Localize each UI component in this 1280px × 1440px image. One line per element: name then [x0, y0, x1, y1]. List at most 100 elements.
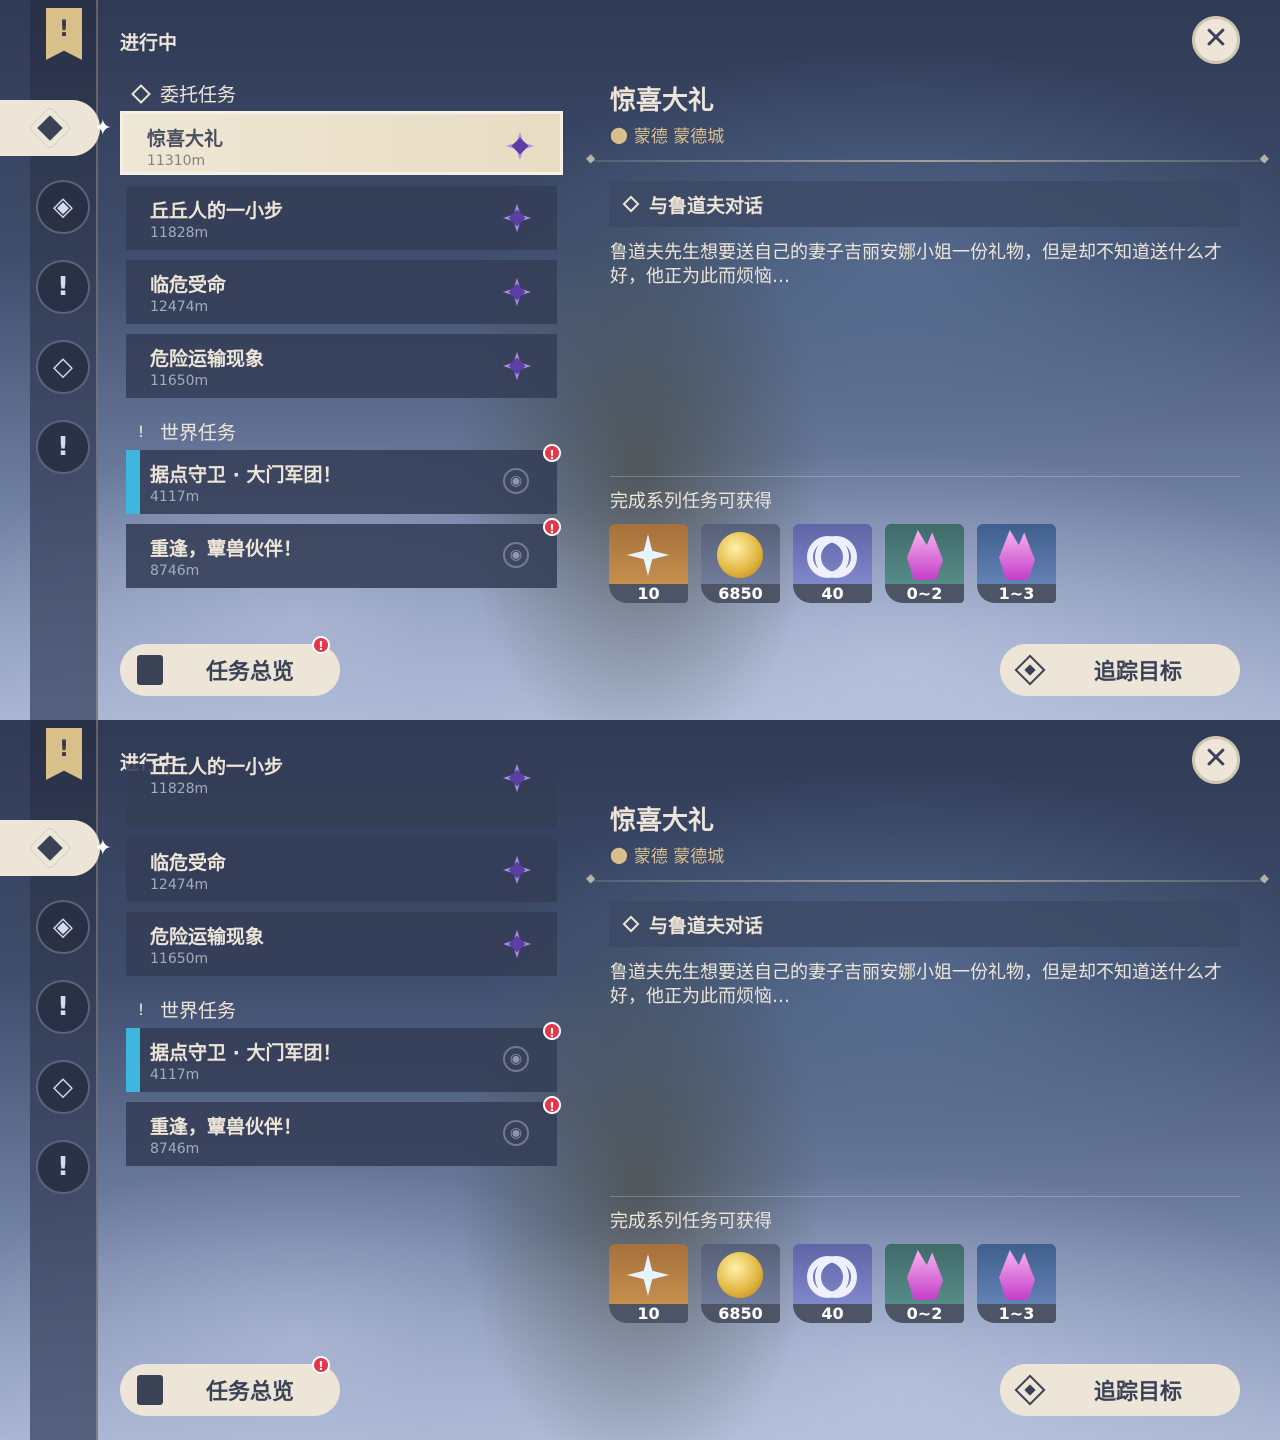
objective-diamond-icon [622, 195, 640, 213]
quest-overview-button[interactable]: 任务总览 ! [120, 636, 340, 696]
reward-primogem[interactable]: 10 [609, 524, 688, 603]
sparkle-icon: ✦ [93, 836, 112, 861]
commission-quest-icon [499, 348, 535, 384]
location-label: 蒙德 蒙德城 [633, 847, 725, 867]
track-target-label: 追踪目标 [1094, 660, 1183, 685]
rail-commission-quest-button[interactable]: ◇ [36, 340, 90, 394]
reward-mora[interactable]: 6850 [701, 524, 780, 603]
quest-distance: 4117m [150, 489, 200, 505]
rewards-divider [610, 476, 1240, 477]
location-pin-icon: ◉ [503, 1046, 529, 1072]
all-quests-icon [28, 826, 72, 870]
objective-diamond-icon [622, 915, 640, 933]
objective-bar: 与鲁道夫对话 [609, 181, 1240, 227]
world-section-label: 世界任务 [160, 1000, 237, 1022]
quest-name: 重逢，蕈兽伙伴！ [150, 1116, 303, 1138]
reward-crystal[interactable]: 0~2 [885, 524, 964, 603]
rail-world-quest-button[interactable]: ! [36, 420, 90, 474]
rail-world-quest-button[interactable]: ! [36, 1140, 90, 1194]
quest-name: 据点守卫 · 大门军团！ [150, 464, 342, 486]
quest-item[interactable]: 危险运输现象 11650m [126, 912, 557, 976]
quest-item[interactable]: 危险运输现象 11650m [126, 334, 557, 398]
reward-primogem[interactable]: 10 [609, 1244, 688, 1323]
world-quest-item[interactable]: 据点守卫 · 大门军团！ 4117m ◉ ! [126, 1022, 561, 1092]
close-button[interactable]: ✕ [1192, 736, 1240, 784]
quest-name: 丘丘人的一小步 [150, 200, 284, 222]
world-quest-item[interactable]: 重逢，蕈兽伙伴！ 8746m ◉ ! [126, 1096, 561, 1166]
quest-distance: 12474m [150, 877, 209, 893]
quest-banner-icon: ! [46, 728, 82, 780]
primogem-icon [627, 1254, 669, 1296]
reward-crystal-cluster[interactable]: 1~3 [977, 1244, 1056, 1323]
quest-screen-1: ! ◈ ! ◇ ! ✦ 进行中 委托任务 惊喜大礼 11310m 丘丘人的一小步… [0, 0, 1280, 720]
track-target-button[interactable]: 追踪目标 [1000, 644, 1240, 696]
quest-name: 据点守卫 · 大门军团！ [150, 1042, 342, 1064]
quest-distance: 11310m [147, 153, 206, 169]
divider [586, 151, 1269, 165]
new-badge: ! [312, 1356, 330, 1374]
quest-overview-button[interactable]: 任务总览 ! [120, 1356, 340, 1416]
rail-commission-quest-button[interactable]: ◇ [36, 1060, 90, 1114]
world-quest-item[interactable]: 据点守卫 · 大门军团！ 4117m ◉ ! [126, 444, 561, 514]
reward-crystal-cluster[interactable]: 1~3 [977, 524, 1056, 603]
reward-count: 0~2 [885, 584, 964, 603]
world-quest-icon: ! [137, 1000, 145, 1019]
reward-count: 1~3 [977, 584, 1056, 603]
rail-archon-quest-button[interactable]: ◈ [36, 180, 90, 234]
sparkle-icon: ✦ [93, 116, 112, 141]
detail-title: 惊喜大礼 [610, 806, 715, 836]
track-target-button[interactable]: 追踪目标 [1000, 1364, 1240, 1416]
tracked-indicator [126, 1028, 140, 1092]
close-button[interactable]: ✕ [1192, 16, 1240, 64]
world-quest-item[interactable]: 重逢，蕈兽伙伴！ 8746m ◉ ! [126, 518, 561, 588]
rail-all-quests-tab[interactable]: ✦ [0, 820, 112, 876]
quest-distance: 11828m [150, 225, 209, 241]
world-section-header: ! 世界任务 [132, 418, 236, 445]
location-pin-icon: ◉ [503, 542, 529, 568]
location-pin-icon: ◉ [503, 1120, 529, 1146]
crystal-icon [907, 530, 943, 580]
reward-adventure-exp[interactable]: 40 [793, 524, 872, 603]
new-badge: ! [312, 636, 330, 654]
quest-description: 鲁道夫先生想要送自己的妻子吉丽安娜小姐一份礼物，但是却不知道送什么才好，他正为此… [610, 242, 1222, 287]
quest-distance: 12474m [150, 299, 209, 315]
mora-icon [717, 532, 763, 578]
quest-distance: 4117m [150, 1067, 200, 1083]
quest-item[interactable]: 临危受命 12474m [126, 260, 557, 324]
quest-overview-label: 任务总览 [206, 660, 295, 685]
commission-section-header: 委托任务 [131, 80, 236, 107]
reward-count: 1~3 [977, 1304, 1056, 1323]
track-target-label: 追踪目标 [1094, 1380, 1183, 1405]
quest-name: 重逢，蕈兽伙伴！ [150, 538, 303, 560]
reward-crystal[interactable]: 0~2 [885, 1244, 964, 1323]
reward-count: 10 [609, 1304, 688, 1323]
commission-icon [131, 83, 151, 104]
quest-name: 丘丘人的一小步 [150, 756, 284, 778]
rewards-title: 完成系列任务可获得 [610, 491, 772, 512]
quest-item-selected[interactable]: 惊喜大礼 11310m [120, 111, 563, 175]
quest-item[interactable]: 临危受命 12474m [126, 838, 557, 902]
location-pin-icon: ⬤ [610, 125, 628, 144]
quest-item[interactable]: 丘丘人的一小步 11828m [126, 186, 557, 250]
reward-count: 0~2 [885, 1304, 964, 1323]
reward-count: 6850 [701, 1304, 780, 1323]
rail-archon-quest-button[interactable]: ◈ [36, 900, 90, 954]
reward-adventure-exp[interactable]: 40 [793, 1244, 872, 1323]
in-progress-label: 进行中 [120, 32, 178, 54]
document-icon [132, 1372, 168, 1408]
rail-all-quests-tab[interactable]: ✦ [0, 100, 112, 156]
quest-name: 临危受命 [150, 852, 227, 874]
reward-mora[interactable]: 6850 [701, 1244, 780, 1323]
quest-distance: 11650m [150, 373, 209, 389]
rewards-divider [610, 1196, 1240, 1197]
reward-count: 40 [793, 584, 872, 603]
rail-story-quest-button[interactable]: ! [36, 260, 90, 314]
location-label: 蒙德 蒙德城 [633, 127, 725, 147]
quest-screen-2: ! ◈ ! ◇ ! ✦ 进行中 丘丘人的一小步 11828m 临危受命 1247… [0, 720, 1280, 1440]
document-icon [132, 652, 168, 688]
crystal-cluster-icon [999, 530, 1035, 580]
world-section-label: 世界任务 [160, 422, 237, 444]
quest-item-partial[interactable]: 丘丘人的一小步 11828m [126, 756, 557, 828]
rail-story-quest-button[interactable]: ! [36, 980, 90, 1034]
quest-overview-label: 任务总览 [206, 1380, 295, 1405]
